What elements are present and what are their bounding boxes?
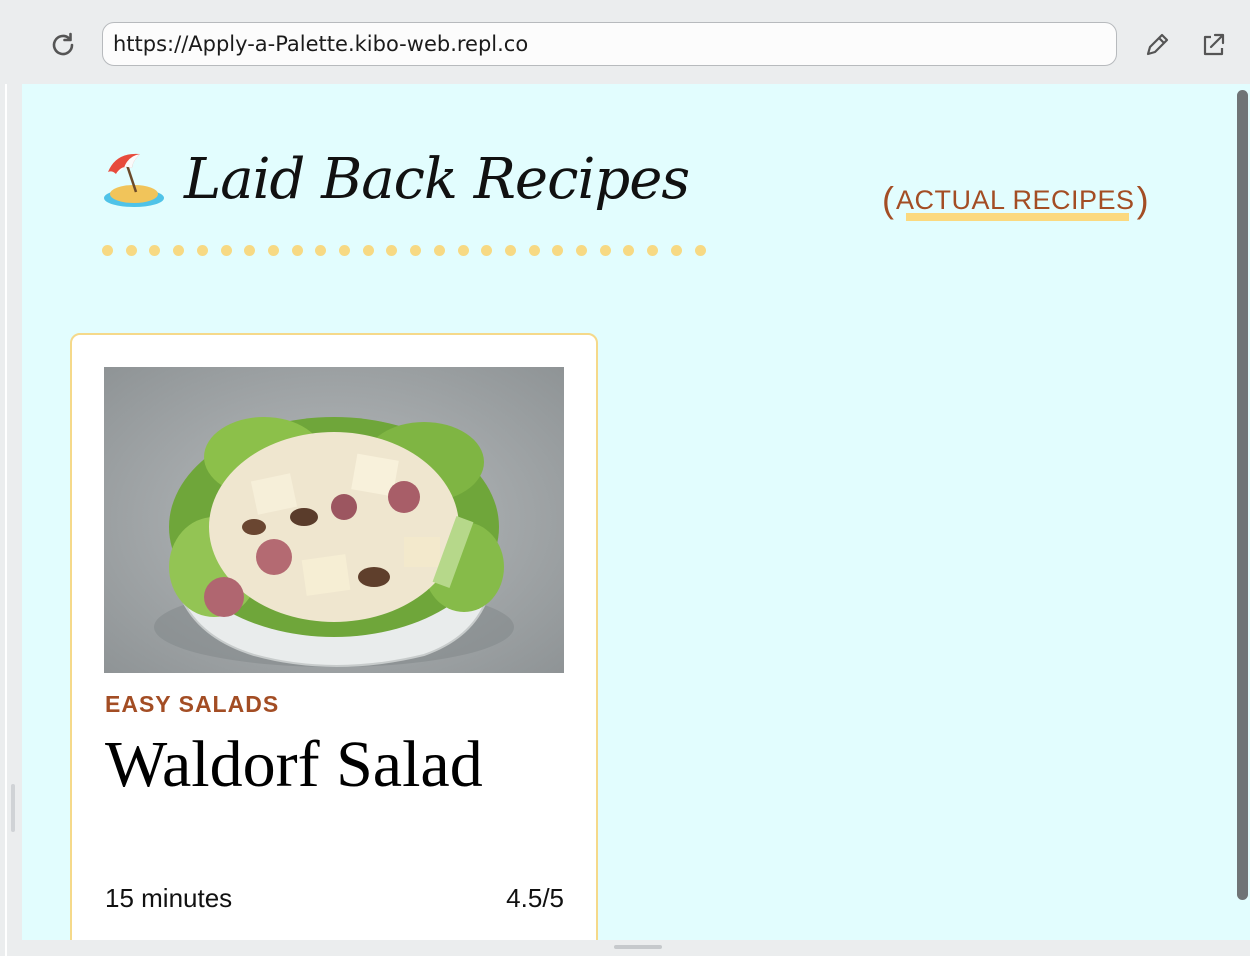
site-title: Laid Back Recipes (184, 147, 690, 212)
divider-dot (196, 245, 208, 256)
divider-dot (267, 245, 279, 256)
divider-dot (125, 245, 137, 256)
pencil-icon (1146, 33, 1169, 56)
divider-dot (433, 245, 445, 256)
resize-handle-left[interactable] (11, 784, 15, 832)
open-in-new-tab-button[interactable] (1194, 26, 1232, 64)
recipe-rating: 4.5/5 (506, 883, 564, 913)
divider-dot (339, 245, 350, 256)
nav-open-paren: ( (882, 179, 894, 220)
url-bar[interactable]: https://Apply-a-Palette.kibo-web.repl.co (102, 22, 1117, 66)
scrollbar-thumb[interactable] (1237, 90, 1248, 900)
divider-dot (552, 245, 564, 256)
divider-dot (457, 245, 469, 256)
divider-dot (386, 245, 398, 256)
divider-dot (244, 245, 256, 256)
left-panel-edge (0, 84, 22, 956)
resize-handle-bottom[interactable] (614, 945, 662, 949)
title-dotted-divider (102, 245, 710, 257)
divider-dot (670, 245, 682, 256)
actual-recipes-link[interactable]: ( ACTUAL RECIPES ) (882, 179, 1149, 221)
recipe-card[interactable]: EASY SALADS Waldorf Salad 15 minutes 4.5… (70, 333, 598, 940)
divider-dot (481, 245, 493, 256)
divider-dot (694, 245, 706, 256)
waldorf-salad-photo (104, 367, 564, 673)
vertical-scrollbar[interactable] (1236, 88, 1250, 908)
divider-dot (291, 245, 303, 256)
divider-dot (149, 245, 161, 256)
divider-dot (647, 245, 659, 256)
recipe-category: EASY SALADS (105, 691, 280, 717)
external-link-icon (1203, 33, 1225, 56)
site-header: Laid Back Recipes (102, 147, 690, 212)
recipe-time: 15 minutes (105, 883, 233, 913)
reload-button[interactable] (44, 26, 82, 64)
divider-dot (576, 245, 587, 256)
divider-dot (315, 245, 327, 256)
url-text: https://Apply-a-Palette.kibo-web.repl.co (113, 32, 529, 56)
browser-toolbar: https://Apply-a-Palette.kibo-web.repl.co (0, 0, 1250, 84)
divider-dot (362, 245, 374, 256)
divider-dot (173, 245, 185, 256)
divider-dot (220, 245, 232, 256)
nav-label-wrap: ACTUAL RECIPES (894, 184, 1137, 221)
divider-dot (599, 245, 611, 256)
divider-dot (410, 245, 422, 256)
divider-dot (504, 245, 516, 256)
webview: Laid Back Recipes ( ACTUAL RECIPES ) EAS… (22, 84, 1250, 940)
nav-link-label: ACTUAL RECIPES (896, 184, 1135, 215)
panel-divider (5, 84, 7, 956)
nav-close-paren: ) (1136, 179, 1149, 220)
reload-icon (52, 32, 74, 56)
edit-button[interactable] (1138, 26, 1176, 64)
recipe-title: Waldorf Salad (105, 728, 483, 801)
beach-umbrella-island-icon (104, 153, 164, 207)
divider-dot (102, 245, 113, 256)
divider-dot (528, 245, 540, 256)
divider-dot (623, 245, 635, 256)
